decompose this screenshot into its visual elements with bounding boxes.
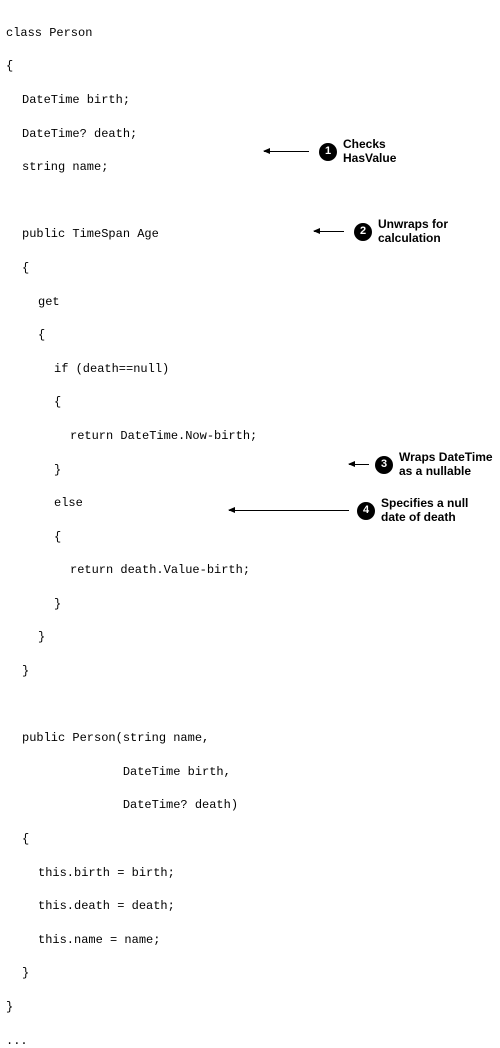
code-listing: class Person { DateTime birth; DateTime?… xyxy=(6,8,494,1048)
code-line: } xyxy=(6,596,494,613)
code-line: return DateTime.Now-birth; xyxy=(6,428,494,445)
code-line: } xyxy=(6,965,494,982)
code-line: } xyxy=(6,999,494,1016)
code-line: } xyxy=(6,663,494,680)
code-line: class Person xyxy=(6,25,494,42)
code-line: DateTime? death; xyxy=(6,126,494,143)
code-line: { xyxy=(6,327,494,344)
code-line: DateTime? death) xyxy=(6,797,494,814)
code-line: } xyxy=(6,629,494,646)
code-line: get xyxy=(6,294,494,311)
code-line: { xyxy=(6,394,494,411)
code-line: this.name = name; xyxy=(6,932,494,949)
code-line: this.death = death; xyxy=(6,898,494,915)
code-line: { xyxy=(6,260,494,277)
code-line: public TimeSpan Age xyxy=(6,226,494,243)
code-line: { xyxy=(6,58,494,75)
code-line: else xyxy=(6,495,494,512)
code-line: ... xyxy=(6,1033,494,1048)
code-line: { xyxy=(6,831,494,848)
code-line: DateTime birth; xyxy=(6,92,494,109)
code-line: DateTime birth, xyxy=(6,764,494,781)
code-line: if (death==null) xyxy=(6,361,494,378)
code-line: string name; xyxy=(6,159,494,176)
code-line: return death.Value-birth; xyxy=(6,562,494,579)
code-line: this.birth = birth; xyxy=(6,865,494,882)
code-line: } xyxy=(6,462,494,479)
code-line: public Person(string name, xyxy=(6,730,494,747)
code-line: { xyxy=(6,529,494,546)
